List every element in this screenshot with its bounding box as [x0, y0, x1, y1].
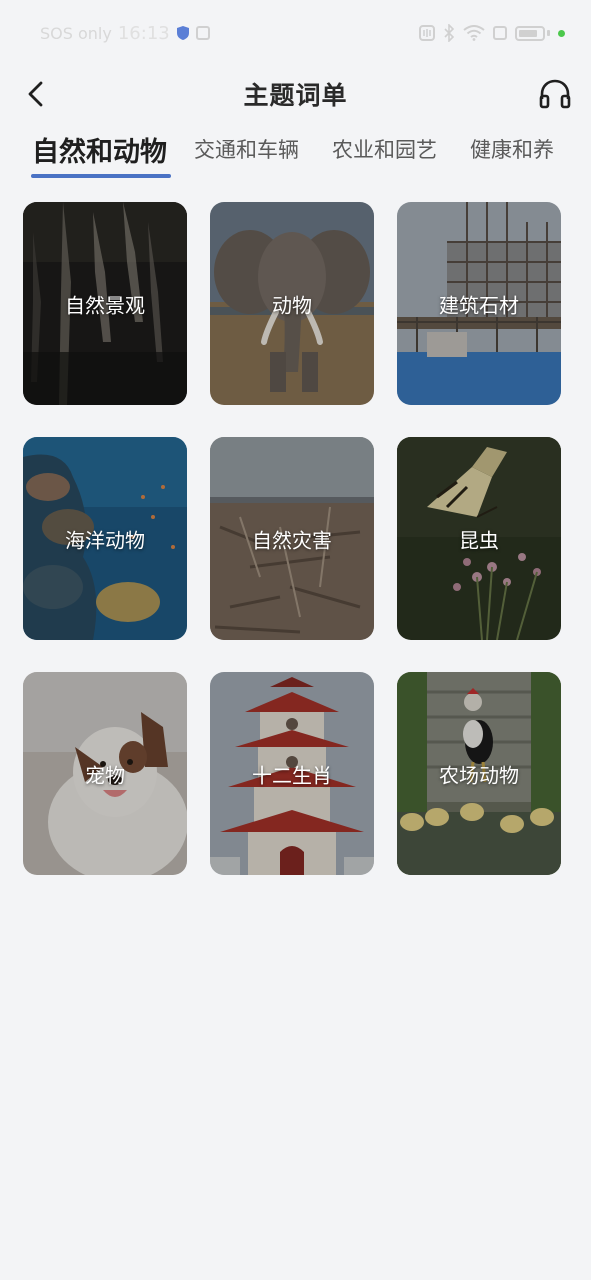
category-label: 建筑石材: [439, 293, 519, 317]
wifi-icon: [463, 25, 485, 41]
chevron-left-icon: [28, 81, 43, 107]
category-label: 昆虫: [459, 528, 499, 552]
category-label: 农场动物: [439, 763, 519, 787]
battery-icon: [515, 25, 545, 41]
category-card-pets[interactable]: 宠物: [23, 672, 187, 875]
status-left: SOS only 16:13: [40, 23, 210, 44]
category-card-insects[interactable]: 昆虫: [397, 437, 561, 640]
page-title: 主题词单: [243, 81, 348, 110]
headset-icon: [539, 79, 571, 109]
category-label: 海洋动物: [65, 528, 145, 552]
privacy-indicator-dot: [558, 29, 565, 37]
tab-health[interactable]: 健康和养: [470, 134, 554, 164]
category-card-natural-disasters[interactable]: 自然灾害: [210, 437, 374, 640]
category-card-farm-animals[interactable]: 农场动物: [397, 672, 561, 875]
shield-icon: [176, 26, 189, 40]
status-right: [419, 24, 565, 42]
clock: 16:13: [117, 22, 170, 44]
sim-icon: [493, 26, 507, 40]
tab-agriculture-gardening[interactable]: 农业和园艺: [332, 134, 437, 164]
notification-icon: [195, 26, 210, 40]
category-label: 动物: [272, 293, 312, 317]
category-card-nature-landscape[interactable]: 自然景观: [23, 202, 187, 405]
back-button[interactable]: [18, 76, 54, 112]
carrier-text: SOS only: [40, 23, 112, 43]
category-label: 宠物: [85, 763, 125, 787]
category-label: 自然灾害: [252, 528, 332, 552]
audio-button[interactable]: [535, 74, 575, 114]
category-label: 十二生肖: [252, 763, 332, 787]
tab-transport-vehicles[interactable]: 交通和车辆: [194, 134, 299, 164]
tab-nature-animals[interactable]: 自然和动物: [32, 130, 167, 169]
nfc-icon: [419, 25, 435, 41]
battery-cap: [547, 30, 550, 36]
status-bar: SOS only 16:13: [0, 0, 591, 66]
category-label: 自然景观: [65, 293, 145, 317]
top-bar: 主题词单: [0, 66, 591, 122]
category-card-marine-animals[interactable]: 海洋动物: [23, 437, 187, 640]
category-card-building-materials[interactable]: 建筑石材: [397, 202, 561, 405]
active-tab-indicator: [31, 174, 171, 178]
category-card-chinese-zodiac[interactable]: 十二生肖: [210, 672, 374, 875]
category-card-animals[interactable]: 动物: [210, 202, 374, 405]
bluetooth-icon: [444, 24, 455, 42]
